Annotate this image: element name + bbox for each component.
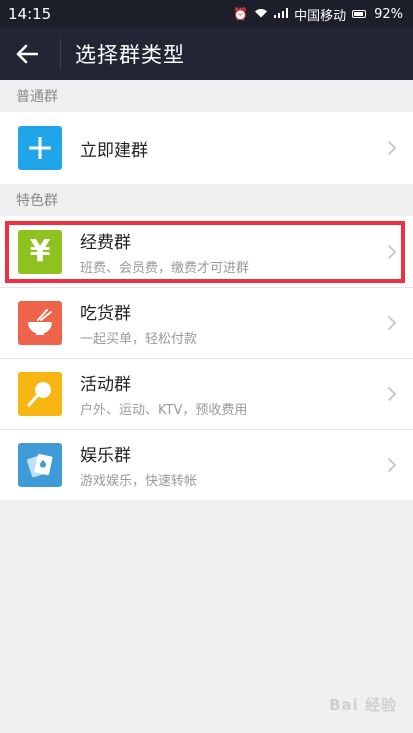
- list-item-create-group[interactable]: 立即建群: [0, 112, 413, 184]
- plus-icon: [18, 126, 62, 170]
- alarm-icon: ⏰: [233, 7, 249, 21]
- item-subtitle: 游戏娱乐，快速转帐: [80, 473, 198, 489]
- balloon-icon: [18, 371, 62, 416]
- status-time: 14:15: [8, 5, 52, 23]
- signal-icon: [274, 7, 289, 21]
- item-subtitle: 一起买单，轻松付款: [80, 331, 198, 347]
- item-subtitle: 户外、运动、KTV，预收费用: [80, 402, 248, 418]
- item-title: 吃货群: [80, 303, 131, 324]
- watermark: Bai 经验: [329, 696, 397, 714]
- item-title: 立即建群: [80, 140, 148, 161]
- item-title: 经费群: [80, 232, 131, 253]
- list-item-entertainment-group[interactable]: 娱乐群 游戏娱乐，快速转帐: [0, 429, 413, 500]
- special-group-list: ¥ 经费群 班费、会员费，缴费才可进群 吃货群 一起买单，轻松付款 活动群 户外…: [0, 216, 413, 500]
- list-item-fund-group[interactable]: ¥ 经费群 班费、会员费，缴费才可进群: [0, 216, 413, 287]
- chevron-right-icon: [387, 315, 397, 330]
- app-bar-divider: [60, 39, 61, 69]
- section-header-special: 特色群: [0, 184, 413, 216]
- carrier-label: 中国移动: [294, 8, 347, 24]
- app-bar: 选择群类型: [0, 28, 413, 80]
- arrow-left-icon: [16, 44, 38, 64]
- list-item-foodie-group[interactable]: 吃货群 一起买单，轻松付款: [0, 287, 413, 358]
- status-icons: ⏰ 中国移动 92%: [233, 5, 403, 24]
- battery-icon: [352, 10, 367, 18]
- wifi-icon: [254, 7, 268, 21]
- chevron-right-icon: [387, 457, 397, 472]
- section-header-normal: 普通群: [0, 80, 413, 112]
- item-title: 娱乐群: [80, 445, 131, 466]
- normal-group-list: 立即建群: [0, 112, 413, 184]
- back-button[interactable]: [14, 41, 40, 67]
- bowl-icon: [18, 300, 62, 345]
- status-bar: 14:15 ⏰ 中国移动 92%: [0, 0, 413, 28]
- cards-icon: [18, 442, 62, 487]
- chevron-right-icon: [387, 244, 397, 259]
- chevron-right-icon: [387, 386, 397, 401]
- yen-icon: ¥: [18, 229, 62, 274]
- chevron-right-icon: [387, 140, 397, 156]
- item-title: 活动群: [80, 374, 131, 395]
- item-subtitle: 班费、会员费，缴费才可进群: [80, 260, 250, 276]
- battery-percent: 92%: [374, 6, 403, 22]
- list-item-activity-group[interactable]: 活动群 户外、运动、KTV，预收费用: [0, 358, 413, 429]
- page-title: 选择群类型: [75, 43, 185, 67]
